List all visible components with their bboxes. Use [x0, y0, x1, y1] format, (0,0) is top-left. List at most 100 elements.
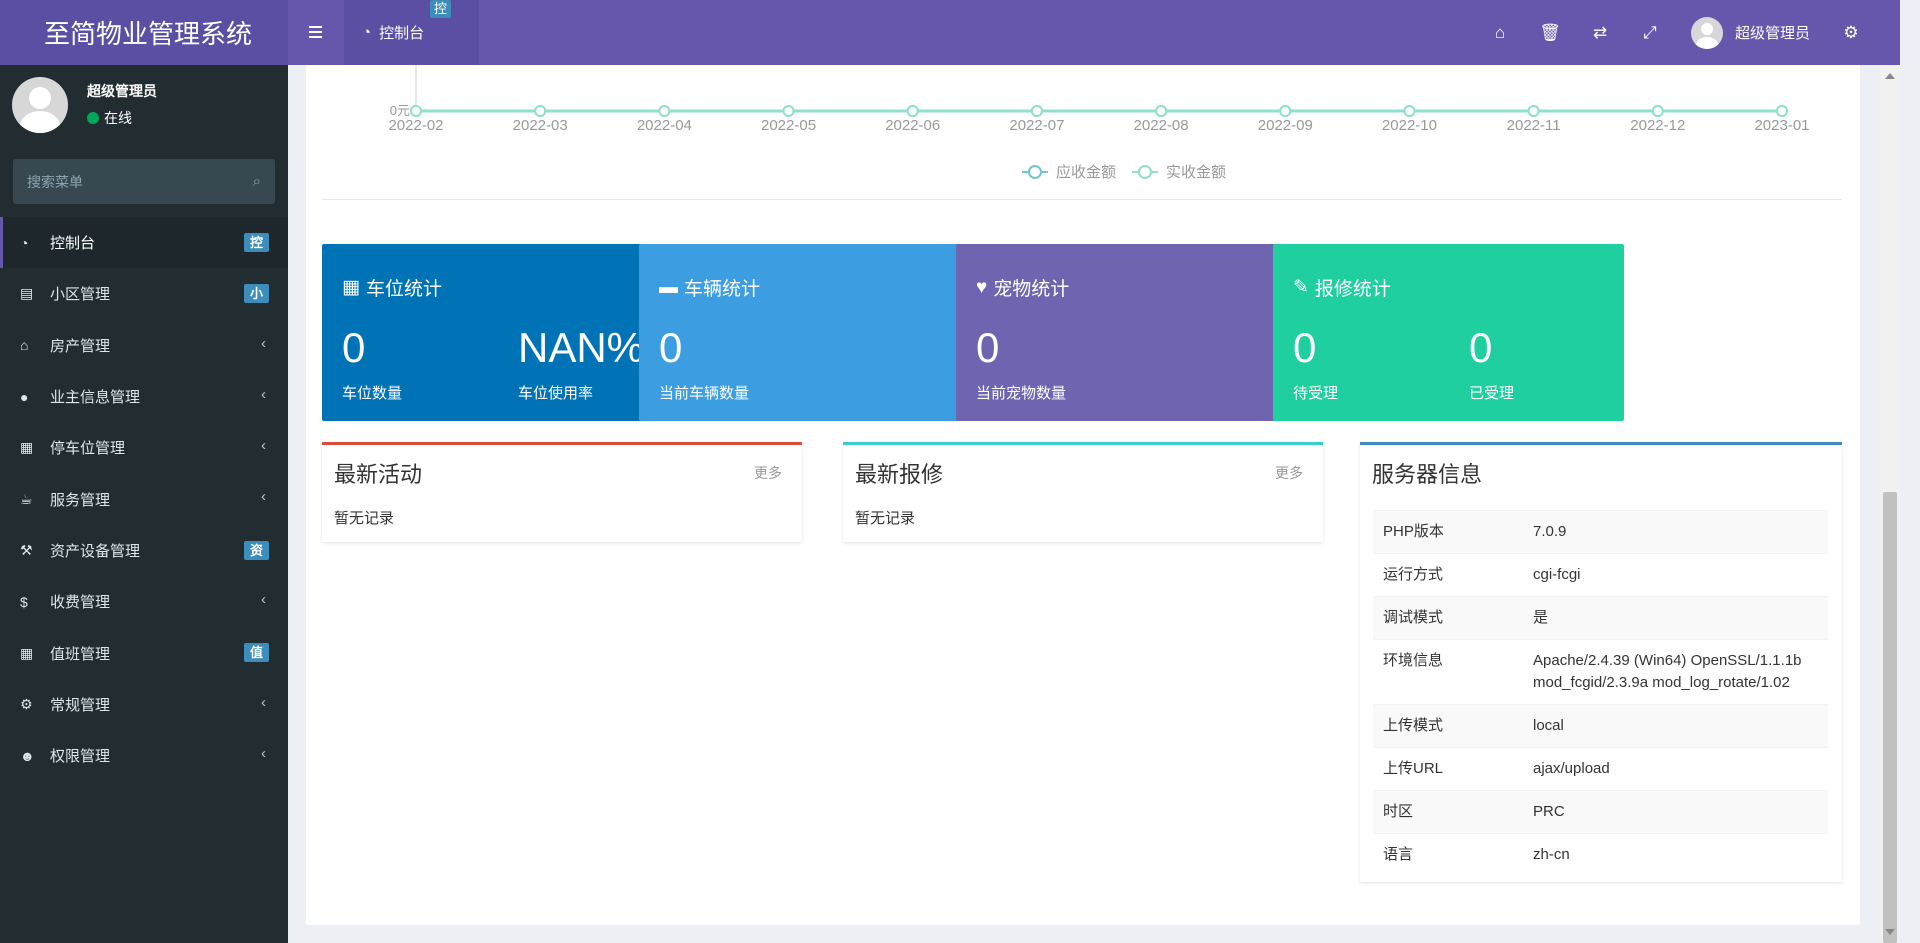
- sidebar-item[interactable]: ⚙ 常规管理 ‹: [0, 679, 288, 730]
- stat-label: 待受理: [1293, 385, 1339, 402]
- chevron-left-icon: ‹: [261, 693, 266, 711]
- user-menu[interactable]: 超级管理员: [1675, 0, 1826, 65]
- stat-value: 0: [976, 324, 1000, 371]
- dashboard-icon: ◔: [20, 234, 29, 251]
- chevron-left-icon: ‹: [261, 591, 266, 609]
- trash-icon[interactable]: 🗑: [1525, 0, 1575, 65]
- data-point: [658, 105, 671, 117]
- data-point: [534, 105, 547, 117]
- empty-message: 暂无记录: [334, 510, 395, 527]
- stat-box: ▦ 车位统计 0 车位数量 NAN% 车位使用率: [322, 244, 673, 421]
- sidebar-item[interactable]: ● 业主信息管理 ‹: [0, 371, 288, 422]
- film-icon: ▦: [20, 439, 34, 456]
- tab-label: 控制台: [379, 25, 425, 42]
- sidebar-item[interactable]: ☻ 权限管理 ‹: [0, 730, 288, 781]
- sidebar-user-name: 超级管理员: [87, 83, 157, 99]
- legend-label: 应收金额: [1056, 163, 1116, 181]
- x-tick-label: 2022-06: [885, 117, 940, 134]
- info-key: 调试模式: [1383, 609, 1444, 626]
- panel-title: 服务器信息: [1372, 462, 1483, 487]
- sidebar-item-label: 权限管理: [50, 748, 111, 766]
- more-link[interactable]: 更多: [754, 463, 782, 483]
- panel-title: 最新活动: [334, 462, 423, 487]
- dashboard-icon: ◔: [362, 24, 372, 41]
- stat-label: 车位数量: [342, 385, 403, 402]
- fullscreen-icon[interactable]: ⤢: [1625, 0, 1675, 65]
- stat-title: ♥ 宠物统计: [976, 274, 1069, 301]
- scroll-down-icon[interactable]: [1885, 929, 1895, 935]
- more-link[interactable]: 更多: [1275, 463, 1303, 483]
- x-tick-label: 2022-09: [1258, 117, 1313, 134]
- x-tick-label: 2022-12: [1630, 117, 1685, 134]
- data-point: [1030, 105, 1043, 117]
- list-icon: ▤: [20, 285, 34, 302]
- data-point: [1776, 105, 1788, 117]
- film-icon: ▦: [342, 277, 360, 298]
- table-row: 上传模式 local: [1373, 704, 1828, 748]
- menu-search: ⌕: [13, 159, 275, 204]
- scroll-thumb[interactable]: [1883, 492, 1897, 943]
- sidebar-item-label: 资产设备管理: [50, 542, 141, 560]
- scrollbar[interactable]: [1880, 65, 1900, 943]
- chevron-left-icon: ‹: [261, 744, 266, 762]
- status-label: 在线: [104, 110, 132, 126]
- sidebar-item[interactable]: ▤ 小区管理 小: [0, 268, 288, 319]
- x-tick-label: 2022-07: [1009, 117, 1064, 134]
- stat-title-text: 车辆统计: [684, 279, 761, 300]
- stat-title-text: 报修统计: [1314, 279, 1391, 300]
- legend-marker: [1028, 165, 1042, 179]
- sidebar-item[interactable]: ▦ 停车位管理 ‹: [0, 422, 288, 473]
- sidebar-item[interactable]: ▦ 值班管理 值: [0, 627, 288, 678]
- online-dot-icon: [87, 112, 99, 124]
- server-info-table: PHP版本 7.0.9 运行方式 cgi-fcgi 调试模式 是环境信息 Apach…: [1373, 510, 1828, 876]
- info-value: Apache/2.4.39 (Win64) OpenSSL/1.1.1b mod…: [1533, 652, 1802, 691]
- panel-title: 最新报修: [855, 462, 944, 487]
- info-key: 语言: [1383, 846, 1414, 863]
- empty-message: 暂无记录: [855, 510, 916, 527]
- avatar: [1690, 16, 1723, 49]
- sidebar-item-label: 业主信息管理: [50, 389, 141, 407]
- stat-value: 0: [1293, 324, 1317, 371]
- online-status: 在线: [87, 108, 132, 128]
- table-row: 上传URL ajax/upload: [1373, 747, 1828, 791]
- x-tick-label: 2022-11: [1507, 117, 1561, 134]
- menu-toggle-icon[interactable]: [304, 20, 328, 44]
- sidebar-item[interactable]: ☕ 服务管理 ‹: [0, 473, 288, 524]
- sidebar-item[interactable]: ⚒ 资产设备管理 资: [0, 525, 288, 576]
- x-tick-label: 2022-08: [1134, 117, 1189, 134]
- x-tick-label: 2022-03: [513, 117, 568, 134]
- top-navbar: ◔ 控制台 控 ⌂ 🗑 ⇄ ⤢ 超级管理员 ⚙: [288, 0, 1900, 65]
- info-key: 时区: [1383, 803, 1414, 820]
- x-tick-label: 2022-02: [388, 117, 443, 134]
- user-name: 超级管理员: [1734, 25, 1810, 42]
- home-icon: ⌂: [20, 337, 29, 354]
- chevron-left-icon: ‹: [261, 334, 266, 352]
- x-tick-label: 2022-04: [637, 117, 692, 134]
- stat-title: ▬ 车辆统计: [659, 274, 760, 301]
- search-icon[interactable]: ⌕: [253, 173, 261, 190]
- user-panel: 超级管理员 在线: [0, 65, 288, 155]
- sidebar-item-label: 控制台: [50, 235, 96, 253]
- cogs-icon: ⚙: [20, 695, 33, 712]
- sidebar-item[interactable]: ⌂ 房产管理 ‹: [0, 320, 288, 371]
- wrench-icon: ✎: [1293, 277, 1309, 298]
- data-point: [1279, 105, 1292, 117]
- scroll-up-icon[interactable]: [1885, 73, 1895, 79]
- cogs-icon[interactable]: ⚙: [1826, 0, 1876, 65]
- legend-label: 实收金额: [1166, 164, 1226, 181]
- sidebar-item-label: 小区管理: [50, 286, 111, 304]
- sidebar-item-label: 服务管理: [50, 491, 111, 509]
- chart-svg: 0元2022-02 2022-03 2022-04 2022-05 2022-06 202…: [388, 65, 1810, 181]
- app-logo-title[interactable]: 至简物业管理系统: [0, 0, 288, 65]
- sidebar-menu: ◔ 控制台控 ▤ 小区管理小 ⌂ 房产管理 ‹ ● 业主信息管理 ‹ ▦ 停车位管理 ‹ ☕ 服…: [0, 217, 288, 781]
- sidebar-item[interactable]: ◔ 控制台 控: [0, 217, 288, 269]
- chevron-left-icon: ‹: [261, 437, 266, 455]
- home-icon[interactable]: ⌂: [1475, 0, 1525, 65]
- translate-icon[interactable]: ⇄: [1575, 0, 1625, 65]
- sidebar: 超级管理员 在线 ⌕ ◔ 控制台 控 ▤ 小区管理 小 ⌂ 房产管理 ‹ ● 业主信息管理 ‹…: [0, 65, 288, 943]
- sidebar-item[interactable]: $ 收费管理 ‹: [0, 576, 288, 627]
- tab-dashboard[interactable]: ◔ 控制台: [344, 0, 479, 65]
- stat-label: 已受理: [1469, 385, 1515, 402]
- sidebar-item-label: 房产管理: [50, 337, 111, 355]
- menu-search-input[interactable]: [27, 173, 253, 190]
